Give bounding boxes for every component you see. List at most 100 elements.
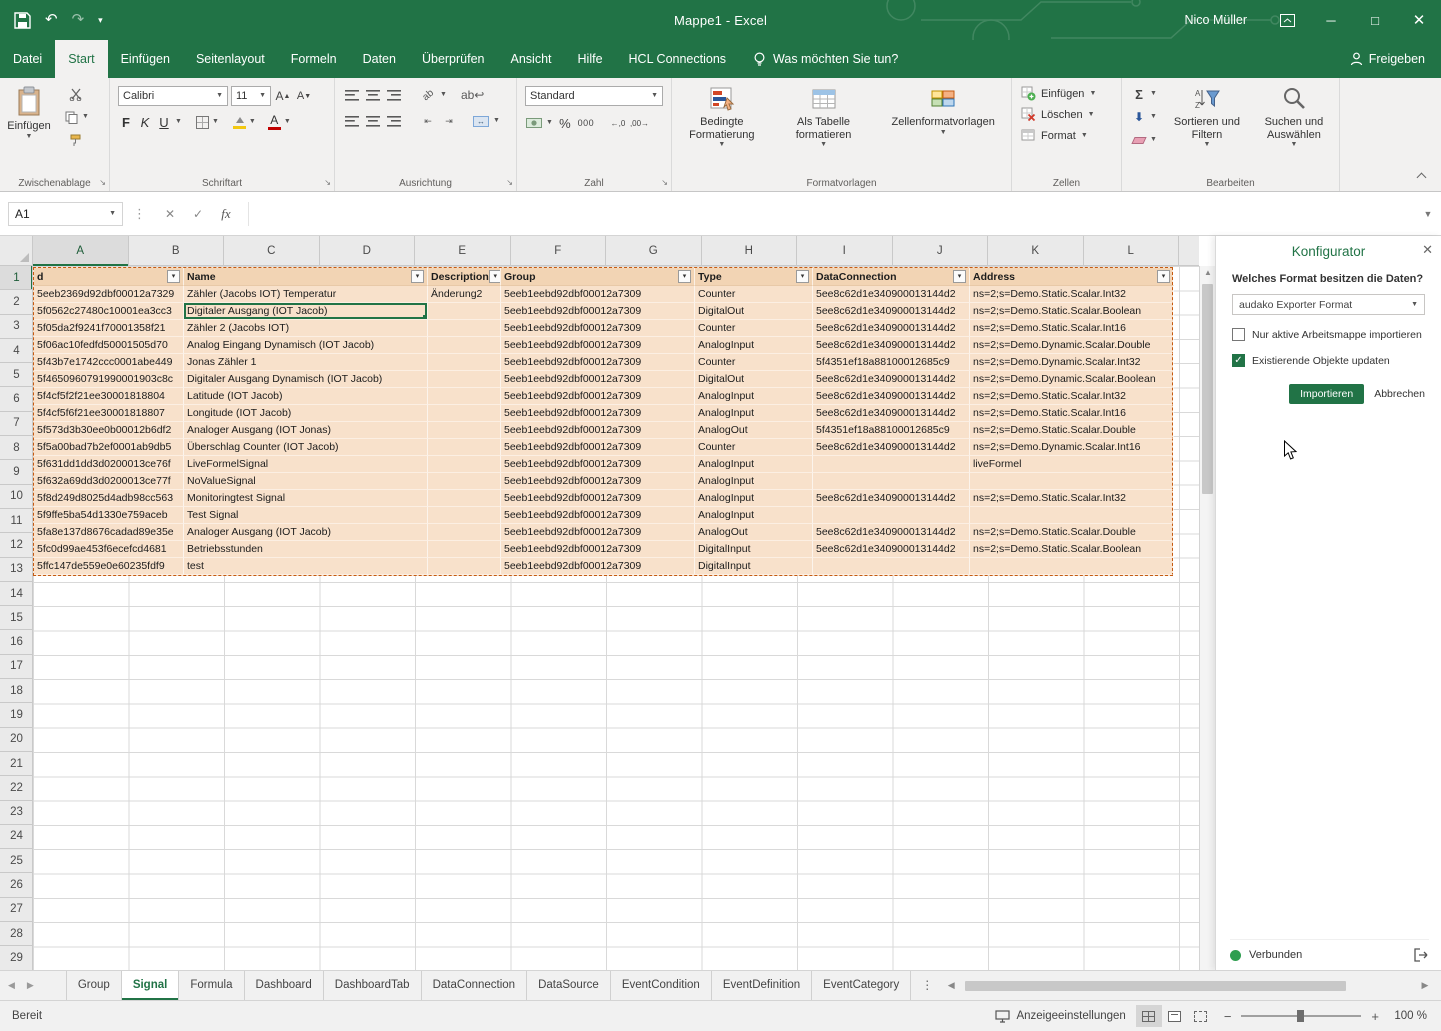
table-cell[interactable]: [970, 507, 1174, 524]
column-header-a[interactable]: A: [33, 236, 129, 266]
column-header-d[interactable]: D: [320, 236, 416, 266]
filter-button[interactable]: ▾: [678, 270, 691, 283]
table-cell[interactable]: 5eeb1eebd92dbf00012a7309: [501, 558, 695, 575]
row-header-22[interactable]: 22: [0, 776, 33, 800]
table-cell[interactable]: Jonas Zähler 1: [184, 354, 428, 371]
increase-decimal-icon[interactable]: ←,0: [609, 114, 627, 132]
table-cell[interactable]: 5ee8c62d1e340900013144d2: [813, 320, 970, 337]
tab-start[interactable]: Start: [55, 40, 107, 78]
format-as-table-button[interactable]: Als Tabelle formatieren ▼: [778, 83, 870, 149]
table-cell[interactable]: 5f5a00bad7b2ef0001ab9db5: [34, 439, 184, 456]
zoom-out-icon[interactable]: −: [1224, 1009, 1232, 1024]
column-header-k[interactable]: K: [988, 236, 1084, 266]
table-cell[interactable]: ns=2;s=Demo.Dynamic.Scalar.Double: [970, 337, 1174, 354]
table-cell[interactable]: ns=2;s=Demo.Dynamic.Scalar.Int16: [970, 439, 1174, 456]
share-button[interactable]: Freigeben: [1350, 40, 1441, 78]
table-cell[interactable]: NoValueSignal: [184, 473, 428, 490]
table-cell[interactable]: [428, 473, 501, 490]
minimize-button[interactable]: ─: [1309, 0, 1353, 40]
table-cell[interactable]: 5eeb1eebd92dbf00012a7309: [501, 388, 695, 405]
increase-font-icon[interactable]: A▲: [274, 87, 292, 105]
format-cells-button[interactable]: Format▼: [1012, 125, 1121, 146]
table-cell[interactable]: 5ee8c62d1e340900013144d2: [813, 439, 970, 456]
conditional-formatting-button[interactable]: Bedingte Formatierung ▼: [672, 83, 772, 149]
decrease-font-icon[interactable]: A▼: [295, 87, 313, 105]
table-header-group[interactable]: Group▾: [501, 268, 695, 286]
filter-button[interactable]: ▾: [489, 270, 501, 283]
column-header-c[interactable]: C: [224, 236, 320, 266]
sheet-nav-left-icon[interactable]: ◀: [8, 980, 15, 991]
filter-button[interactable]: ▾: [1157, 270, 1170, 283]
row-header-27[interactable]: 27: [0, 898, 33, 922]
align-right-icon[interactable]: [385, 112, 403, 130]
table-cell[interactable]: DigitalInput: [695, 541, 813, 558]
close-button[interactable]: ✕: [1397, 0, 1441, 40]
row-header-29[interactable]: 29: [0, 946, 33, 970]
table-cell[interactable]: Counter: [695, 354, 813, 371]
table-cell[interactable]: 5eeb1eebd92dbf00012a7309: [501, 303, 695, 320]
table-cell[interactable]: Latitude (IOT Jacob): [184, 388, 428, 405]
table-cell[interactable]: Counter: [695, 286, 813, 303]
row-header-28[interactable]: 28: [0, 922, 33, 946]
user-name[interactable]: Nico Müller: [1184, 13, 1247, 27]
view-page-break-button[interactable]: [1188, 1005, 1214, 1027]
horizontal-scroll-thumb[interactable]: [965, 981, 1346, 991]
namebox-splitter[interactable]: ⋮: [133, 206, 146, 222]
row-header-24[interactable]: 24: [0, 825, 33, 849]
row-header-3[interactable]: 3: [0, 315, 33, 339]
table-cell[interactable]: 5ee8c62d1e340900013144d2: [813, 490, 970, 507]
table-cell[interactable]: 5f4351ef18a88100012685c9: [813, 354, 970, 371]
maximize-button[interactable]: □: [1353, 0, 1397, 40]
table-header-address[interactable]: Address▾: [970, 268, 1174, 286]
name-box[interactable]: A1▼: [8, 202, 123, 226]
table-cell[interactable]: 5f9ffe5ba54d1330e759aceb: [34, 507, 184, 524]
column-header-b[interactable]: B: [129, 236, 225, 266]
tell-me-box[interactable]: Was möchten Sie tun?: [753, 40, 898, 78]
filter-button[interactable]: ▾: [953, 270, 966, 283]
align-left-icon[interactable]: [343, 112, 361, 130]
table-cell[interactable]: [428, 405, 501, 422]
horizontal-scrollbar[interactable]: ◀ ▶: [943, 971, 1441, 1000]
table-cell[interactable]: AnalogInput: [695, 388, 813, 405]
table-cell[interactable]: ns=2;s=Demo.Static.Scalar.Boolean: [970, 303, 1174, 320]
number-format-combo[interactable]: Standard▼: [525, 86, 663, 106]
font-color-icon[interactable]: A: [268, 114, 281, 130]
table-header-type[interactable]: Type▾: [695, 268, 813, 286]
table-cell[interactable]: [428, 422, 501, 439]
row-header-16[interactable]: 16: [0, 630, 33, 654]
checkbox-active-workbook[interactable]: Nur aktive Arbeitsmappe importieren: [1232, 328, 1425, 341]
table-cell[interactable]: Test Signal: [184, 507, 428, 524]
table-cell[interactable]: [813, 456, 970, 473]
row-header-11[interactable]: 11: [0, 509, 33, 533]
table-cell[interactable]: [428, 490, 501, 507]
table-cell[interactable]: AnalogInput: [695, 473, 813, 490]
sheet-tab-eventcondition[interactable]: EventCondition: [611, 971, 712, 1000]
table-cell[interactable]: [428, 388, 501, 405]
paste-button[interactable]: Einfügen ▼: [0, 83, 58, 149]
table-cell[interactable]: AnalogInput: [695, 337, 813, 354]
table-cell[interactable]: 5f05da2f9241f70001358f21: [34, 320, 184, 337]
table-header-d[interactable]: d▾: [34, 268, 184, 286]
sheet-tab-dashboard[interactable]: Dashboard: [245, 971, 324, 1000]
ribbon-display-options-icon[interactable]: [1265, 0, 1309, 40]
table-cell[interactable]: 5eeb1eebd92dbf00012a7309: [501, 507, 695, 524]
table-cell[interactable]: [970, 558, 1174, 575]
table-cell[interactable]: ns=2;s=Demo.Static.Scalar.Int16: [970, 320, 1174, 337]
column-header-i[interactable]: I: [797, 236, 893, 266]
table-cell[interactable]: [813, 558, 970, 575]
table-header-description[interactable]: Description▾: [428, 268, 501, 286]
checkbox-checked-icon[interactable]: ✓: [1232, 354, 1245, 367]
table-cell[interactable]: 5eeb1eebd92dbf00012a7309: [501, 524, 695, 541]
dialog-launcher-icon[interactable]: ↘: [99, 178, 106, 187]
table-cell[interactable]: 5eeb1eebd92dbf00012a7309: [501, 490, 695, 507]
row-header-10[interactable]: 10: [0, 485, 33, 509]
row-header-2[interactable]: 2: [0, 290, 33, 314]
cut-icon[interactable]: [62, 85, 89, 103]
table-cell[interactable]: 5f573d3b30ee0b00012b6df2: [34, 422, 184, 439]
filter-button[interactable]: ▾: [796, 270, 809, 283]
insert-cells-button[interactable]: Einfügen▼: [1012, 83, 1121, 104]
sort-filter-button[interactable]: AZ Sortieren und Filtern ▼: [1163, 83, 1251, 149]
tab-einf-gen[interactable]: Einfügen: [108, 40, 183, 78]
table-cell[interactable]: 5ee8c62d1e340900013144d2: [813, 524, 970, 541]
table-cell[interactable]: [428, 558, 501, 575]
